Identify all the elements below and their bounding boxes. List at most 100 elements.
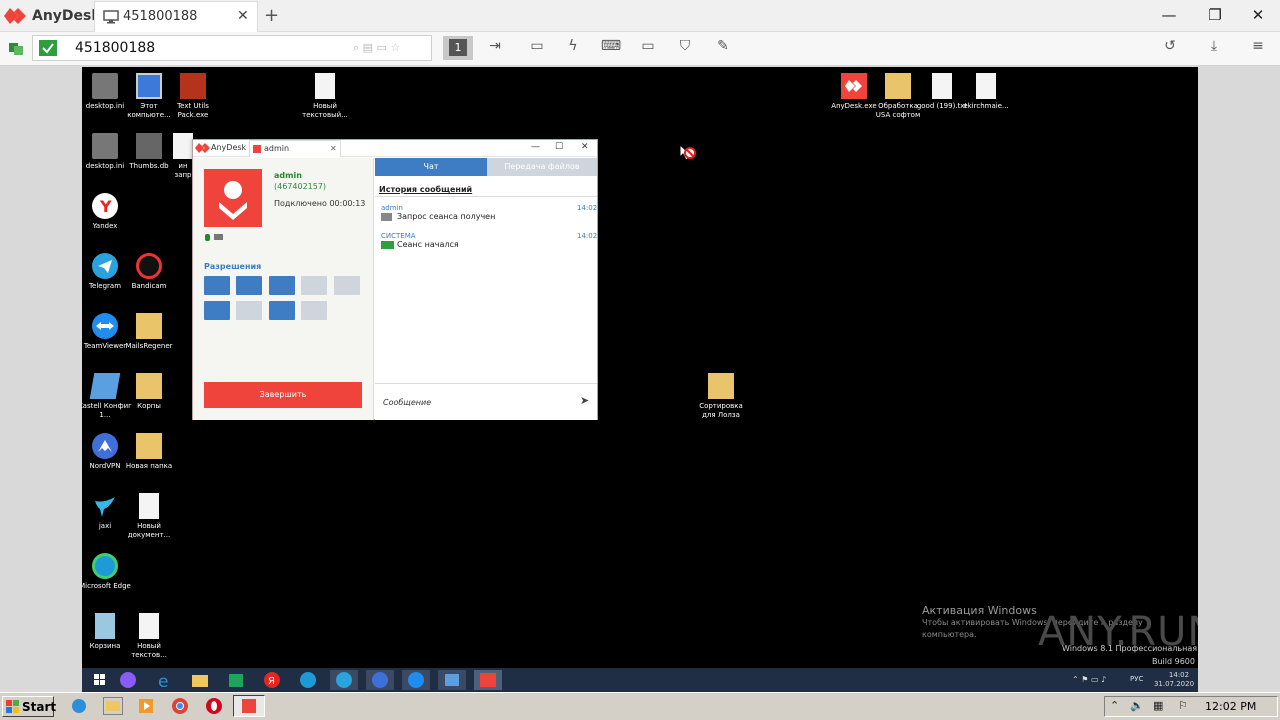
store-icon[interactable] bbox=[222, 670, 250, 690]
menu-hamburger-icon[interactable]: ≡ bbox=[1247, 38, 1269, 58]
session-window-tab[interactable]: admin ✕ bbox=[249, 140, 341, 157]
flag-icon[interactable]: ⚐ bbox=[1178, 699, 1188, 712]
keyboard-icon[interactable]: ⌨ bbox=[600, 38, 622, 58]
tab-label: 451800188 bbox=[123, 9, 198, 24]
minimize-button[interactable]: — bbox=[1159, 6, 1179, 24]
teamviewer-icon[interactable] bbox=[402, 670, 430, 690]
tab-session[interactable]: 451800188 ✕ bbox=[94, 1, 258, 32]
session-status-icons bbox=[205, 233, 225, 242]
desktop-icon[interactable]: Microsoft Edge bbox=[82, 553, 132, 591]
tray-icons[interactable]: ⌃ ⚑ ▭ ♪ bbox=[1072, 675, 1106, 684]
new-tab-button[interactable]: + bbox=[264, 5, 279, 26]
windows-build: Build 9600 bbox=[1152, 657, 1195, 666]
chrome-icon[interactable] bbox=[171, 697, 189, 715]
desktop-icon[interactable]: MailsRegener bbox=[122, 313, 176, 351]
desktop-icon[interactable]: Сортировка для Лолза bbox=[694, 373, 748, 420]
session-window[interactable]: AnyDesk admin ✕ — ☐ ✕ admin (467402157) … bbox=[192, 139, 598, 420]
close-tab-icon[interactable]: ✕ bbox=[330, 144, 337, 153]
connection-status-icon[interactable] bbox=[8, 40, 24, 56]
monitor-select-button[interactable]: 1 bbox=[449, 39, 467, 56]
desktop-icon[interactable]: Новый текстовый... bbox=[298, 73, 352, 120]
switch-sides-icon[interactable]: ⇥ bbox=[484, 38, 506, 58]
download-icon[interactable]: ⤓ bbox=[1203, 38, 1225, 58]
end-session-button[interactable]: Завершить bbox=[204, 382, 362, 408]
anydesk-taskbar-icon[interactable] bbox=[474, 670, 502, 690]
whiteboard-pen-icon[interactable]: ✎ bbox=[712, 38, 734, 58]
text-file-icon bbox=[139, 613, 159, 639]
desktop-icon[interactable]: Новая папка bbox=[122, 433, 176, 471]
desktop-icon[interactable]: Y Yandex bbox=[82, 193, 132, 231]
chat-icon[interactable]: ▭ bbox=[526, 38, 548, 58]
permission-privacy-button[interactable] bbox=[301, 301, 327, 320]
permissions-shield-icon[interactable]: ⛉ bbox=[674, 38, 696, 58]
permission-screen-button[interactable] bbox=[236, 301, 262, 320]
permission-draw-button[interactable] bbox=[269, 301, 295, 320]
nordvpn-icon[interactable] bbox=[366, 670, 394, 690]
remote-date: 31.07.2020 bbox=[1153, 680, 1195, 688]
title-bar: AnyDesk 451800188 ✕ + — ❐ ✕ bbox=[0, 0, 1280, 32]
internet-explorer-icon[interactable]: e bbox=[150, 670, 178, 690]
permission-chat-button[interactable] bbox=[334, 276, 360, 295]
anydesk-task-button[interactable] bbox=[233, 695, 265, 717]
minimize-button[interactable]: — bbox=[531, 142, 540, 152]
svg-text:e: e bbox=[158, 672, 168, 690]
address-value: 451800188 bbox=[75, 40, 156, 56]
language-indicator[interactable]: РУС bbox=[1130, 675, 1143, 683]
desktop-icon[interactable]: Text Utils Pack.exe bbox=[166, 73, 220, 120]
desktop-icon[interactable]: Thumbs.db bbox=[122, 133, 176, 171]
telegram-icon[interactable] bbox=[330, 670, 358, 690]
permission-lock-button[interactable] bbox=[204, 301, 230, 320]
anydesk-logo-icon bbox=[4, 7, 26, 25]
desktop-icon[interactable]: ин запр bbox=[172, 133, 194, 180]
remote-cursor-icon bbox=[679, 144, 697, 162]
windows-start-icon[interactable] bbox=[86, 670, 114, 690]
history-icon[interactable]: ↺ bbox=[1159, 38, 1181, 58]
media-player-icon[interactable] bbox=[137, 697, 155, 715]
activation-text-2: компьютера. bbox=[922, 630, 977, 639]
app-icon bbox=[180, 73, 206, 99]
desktop-icon[interactable]: ekirchmaie... bbox=[959, 73, 1013, 111]
yandex-icon: Y bbox=[92, 193, 118, 219]
permission-clipboard-button[interactable] bbox=[236, 276, 262, 295]
permission-file-button[interactable] bbox=[269, 276, 295, 295]
file-explorer-icon[interactable] bbox=[186, 670, 214, 690]
tab-chat[interactable]: Чат bbox=[375, 158, 487, 176]
display-icon[interactable]: ▭ bbox=[637, 38, 659, 58]
message-input[interactable]: Сообщение bbox=[383, 398, 431, 407]
ie-quicklaunch-icon[interactable] bbox=[70, 697, 88, 715]
close-button[interactable]: ✕ bbox=[581, 142, 589, 152]
send-icon[interactable]: ➤ bbox=[580, 394, 589, 407]
computer-icon bbox=[136, 73, 162, 99]
close-tab-icon[interactable]: ✕ bbox=[237, 8, 249, 24]
alice-icon[interactable] bbox=[114, 670, 142, 690]
edge-icon[interactable] bbox=[294, 670, 322, 690]
remote-app-icon[interactable] bbox=[438, 670, 466, 690]
local-clock: 12:02 PM bbox=[1205, 700, 1257, 713]
explorer-quicklaunch-icon[interactable] bbox=[103, 697, 123, 715]
volume-icon[interactable]: 🔈 bbox=[1130, 699, 1144, 712]
maximize-button[interactable]: ☐ bbox=[555, 142, 563, 152]
desktop-icon[interactable]: Новый документ... bbox=[122, 493, 176, 540]
close-button[interactable]: ✕ bbox=[1248, 6, 1268, 24]
address-bar-icons: ⌕ ▤ ▭ ☆ bbox=[353, 41, 401, 54]
desktop-icon[interactable]: Новый текстов... bbox=[122, 613, 176, 660]
actions-lightning-icon[interactable]: ϟ bbox=[562, 38, 584, 58]
activation-title: Активация Windows bbox=[922, 604, 1037, 617]
permission-keyboard-button[interactable] bbox=[204, 276, 230, 295]
maximize-button[interactable]: ❐ bbox=[1205, 6, 1225, 24]
settings-file-icon bbox=[92, 73, 118, 99]
remote-desktop[interactable]: desktop.ini desktop.ini Y Yandex Telegram… bbox=[82, 67, 1198, 692]
message-text: Запрос сеанса получен bbox=[397, 212, 496, 221]
address-bar[interactable]: 451800188 ⌕ ▤ ▭ ☆ bbox=[32, 35, 432, 61]
permission-sound-button[interactable] bbox=[301, 276, 327, 295]
folder-icon bbox=[136, 313, 162, 339]
network-icon[interactable]: ▦ bbox=[1153, 699, 1163, 712]
desktop-icon[interactable]: Bandicam bbox=[122, 253, 176, 291]
yandex-browser-icon[interactable]: Я bbox=[258, 670, 286, 690]
tray-expand-icon[interactable]: ⌃ bbox=[1110, 699, 1119, 712]
opera-icon[interactable] bbox=[205, 697, 223, 715]
tab-file-transfer[interactable]: Передача файлов bbox=[487, 158, 597, 176]
anydesk-logo-icon bbox=[195, 142, 211, 154]
desktop-icon[interactable]: Корпы bbox=[122, 373, 176, 411]
start-button[interactable]: Start bbox=[2, 696, 56, 717]
